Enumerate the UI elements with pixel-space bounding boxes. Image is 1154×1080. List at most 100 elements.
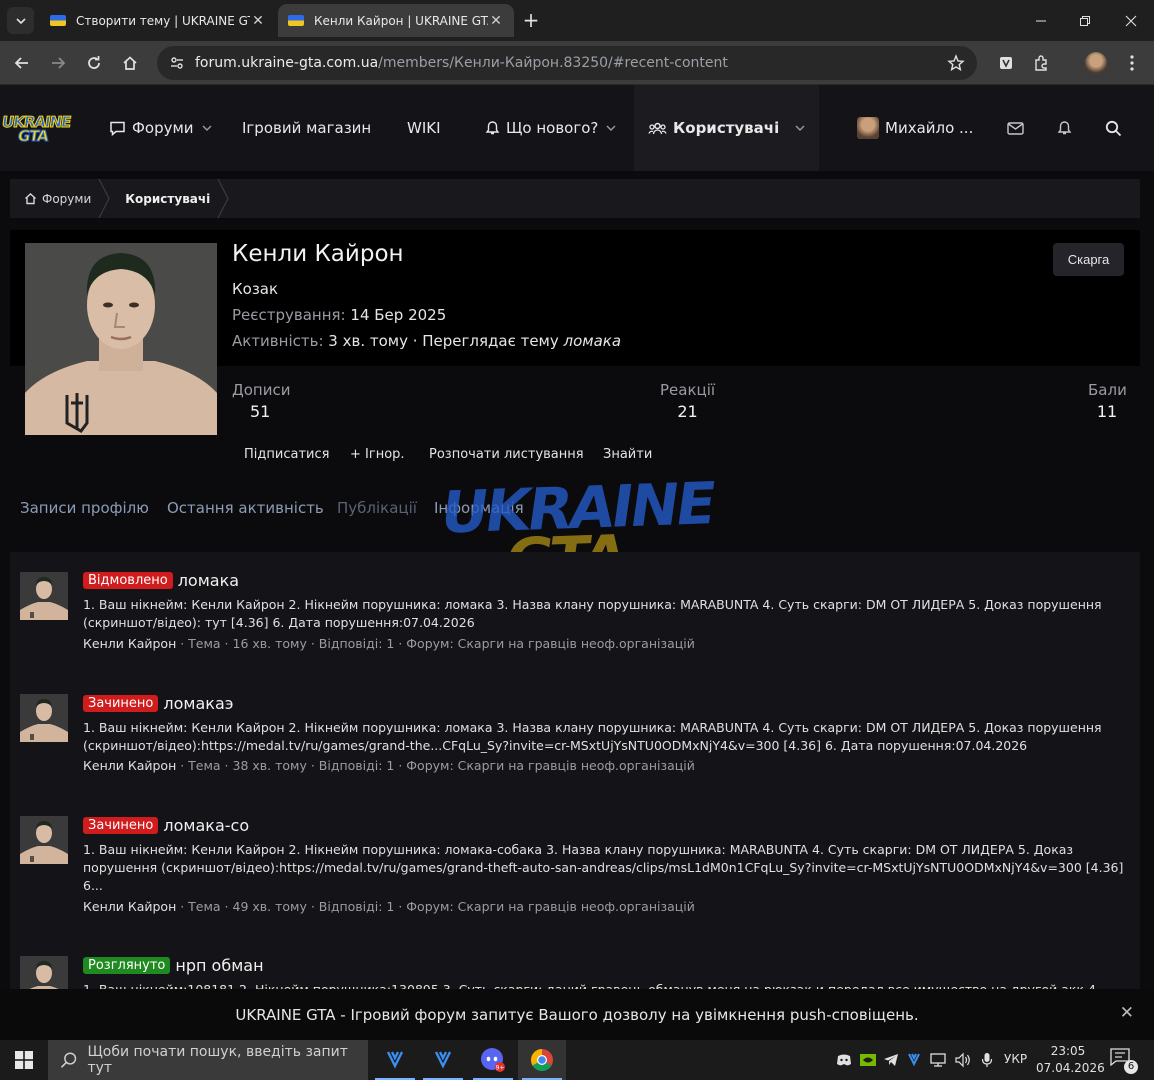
notification-center-button[interactable]: 6 [1110, 1048, 1138, 1074]
site-logo[interactable]: UKRAINE GTA [0, 113, 72, 147]
activity-label: Активність: [232, 332, 324, 350]
bookmark-star-icon[interactable] [947, 54, 965, 72]
browser-tab-profile[interactable]: Кенли Кайрон | UKRAINE GTA ✕ [278, 4, 514, 37]
browser-menu-button[interactable] [1118, 49, 1146, 77]
stat-points-label: Бали [1088, 381, 1127, 399]
ignore-button[interactable]: + Ігнор. [350, 447, 405, 462]
author-avatar[interactable] [20, 572, 68, 620]
profile-button[interactable] [1082, 49, 1110, 77]
new-tab-button[interactable]: + [520, 9, 542, 31]
nav-shop[interactable]: Ігровий магазин [242, 85, 371, 171]
taskbar-app-launcher-2[interactable] [419, 1040, 467, 1080]
taskbar-app-chrome[interactable] [518, 1040, 566, 1080]
close-icon[interactable]: ✕ [1120, 1003, 1134, 1023]
tray-discord-icon[interactable] [834, 1050, 854, 1070]
start-button[interactable] [0, 1040, 48, 1080]
taskbar-app-launcher-1[interactable] [371, 1040, 419, 1080]
taskbar-search[interactable]: Щоби почати пошук, введіть запит тут [48, 1040, 368, 1080]
tray-microphone-icon[interactable] [977, 1050, 997, 1070]
reload-button[interactable] [80, 49, 108, 77]
tab-postings[interactable]: Публікації [337, 499, 417, 517]
tab-search-button[interactable] [7, 7, 34, 34]
character-thumbnail [20, 816, 68, 864]
search-icon [60, 1052, 77, 1068]
close-icon[interactable]: ✕ [488, 13, 504, 29]
character-thumbnail [20, 694, 68, 742]
profile-registered: Реєстрування: 14 Бер 2025 [232, 306, 446, 324]
breadcrumb-forums[interactable]: Форуми [10, 179, 97, 218]
nav-search[interactable] [1105, 85, 1122, 171]
thread-title-row[interactable]: Відмовлено ломака [83, 571, 239, 590]
tab-latest-activity[interactable]: Остання активність [167, 499, 324, 517]
tab-profile-posts[interactable]: Записи профілю [20, 499, 149, 517]
extension-button[interactable] [992, 49, 1020, 77]
nav-account[interactable]: Михайло ... [857, 85, 973, 171]
nav-users[interactable]: Користувачі [634, 85, 820, 171]
thread-title[interactable]: ломака [178, 571, 239, 590]
stat-reactions-value: 21 [677, 402, 698, 421]
recent-activity-list: Відмовлено ломака 1. Ваш нікнейм: Кенли … [10, 552, 1140, 989]
thread-author[interactable]: Кенли Кайрон [83, 758, 176, 773]
nav-wiki[interactable]: WIKI [407, 85, 441, 171]
clock-time: 23:05 [1050, 1044, 1086, 1058]
tray-volume-icon[interactable] [953, 1050, 973, 1070]
taskbar-clock[interactable]: 23:05 07.04.2026 [1036, 1043, 1105, 1077]
address-bar[interactable]: forum.ukraine-gta.com.ua/members/Кенли-К… [157, 46, 977, 80]
author-avatar[interactable] [20, 816, 68, 864]
thread-title-row[interactable]: Зачинено ломака-со [83, 816, 249, 835]
tray-launcher-icon[interactable] [904, 1050, 924, 1070]
chevron-down-icon[interactable] [606, 123, 616, 133]
tray-nvidia-icon[interactable] [858, 1050, 878, 1070]
thread-author[interactable]: Кенли Кайрон [83, 636, 176, 651]
windows-logo-icon [15, 1051, 33, 1069]
profile-activity: Активність: 3 хв. тому · Переглядає тему… [232, 332, 621, 350]
breadcrumb-users[interactable]: Користувачі [111, 179, 216, 218]
thread-title[interactable]: ломака-со [163, 816, 249, 835]
push-permission-bar: UKRAINE GTA - Ігровий форум запитує Вашо… [0, 989, 1154, 1040]
thread-author[interactable]: Кенли Кайрон [83, 899, 176, 914]
stat-posts[interactable]: Дописи 51 [232, 381, 290, 421]
start-conversation-button[interactable]: Розпочати листування [429, 447, 584, 462]
chevron-down-icon[interactable] [202, 123, 212, 133]
nav-inbox[interactable] [1007, 85, 1024, 171]
thread-title-row[interactable]: Зачинено ломакаэ [83, 694, 234, 713]
site-info-icon[interactable] [169, 55, 185, 71]
report-button[interactable]: Скарга [1053, 243, 1124, 276]
extensions-menu-button[interactable] [1028, 49, 1056, 77]
home-icon [123, 56, 137, 70]
url-host: forum.ukraine-gta.com.ua [195, 55, 379, 71]
game-launcher-icon [386, 1051, 404, 1069]
tray-telegram-icon[interactable] [881, 1050, 901, 1070]
find-button[interactable]: Знайти [603, 447, 652, 462]
author-avatar[interactable] [20, 956, 68, 989]
thread-title[interactable]: нрп обман [175, 956, 263, 975]
users-icon [648, 122, 667, 134]
speech-bubble-icon [110, 121, 125, 136]
home-button[interactable] [116, 49, 144, 77]
close-window-button[interactable] [1108, 0, 1154, 41]
thread-title-row[interactable]: Розглянуто нрп обман [83, 956, 264, 975]
follow-button[interactable]: Підписатися [244, 447, 329, 462]
thread-title[interactable]: ломакаэ [163, 694, 233, 713]
input-language[interactable]: УКР [1004, 1052, 1027, 1066]
minimize-button[interactable] [1018, 0, 1064, 41]
nav-whats-new[interactable]: Що нового? [485, 85, 616, 171]
stat-points[interactable]: Бали 11 [1088, 381, 1127, 421]
thread-meta: Кенли Кайрон · Тема · 16 хв. тому · Відп… [83, 636, 695, 651]
restore-button[interactable] [1062, 0, 1108, 41]
nav-alerts[interactable] [1057, 85, 1072, 171]
chevron-down-icon[interactable] [795, 123, 805, 133]
stat-reactions[interactable]: Реакції 21 [660, 381, 715, 421]
browser-tab-create-topic[interactable]: Створити тему | UKRAINE GTA ✕ [40, 4, 276, 37]
taskbar-app-discord[interactable]: 9+ [469, 1040, 517, 1080]
nav-forums[interactable]: Форуми [109, 85, 212, 171]
close-icon[interactable]: ✕ [250, 13, 266, 29]
back-button[interactable] [8, 49, 36, 77]
activity-topic-link[interactable]: ломака [564, 332, 622, 350]
forward-button[interactable] [44, 49, 72, 77]
discord-icon [837, 1054, 851, 1066]
profile-avatar[interactable] [25, 243, 217, 435]
tray-network-icon[interactable] [928, 1050, 948, 1070]
tab-about[interactable]: Інформація [434, 499, 524, 517]
author-avatar[interactable] [20, 694, 68, 742]
